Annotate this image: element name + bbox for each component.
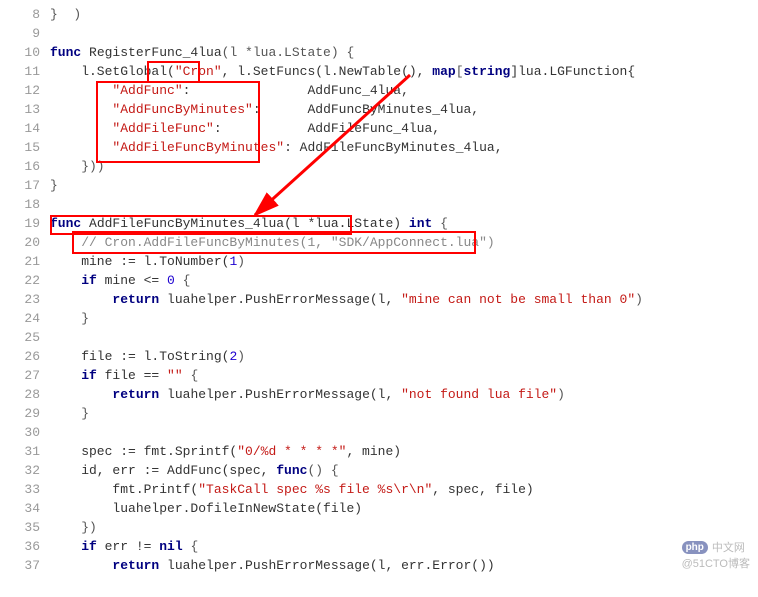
code-line: } bbox=[50, 176, 758, 195]
code-line bbox=[50, 24, 758, 43]
line-number: 21 bbox=[0, 252, 40, 271]
line-number: 34 bbox=[0, 499, 40, 518]
watermark-text-1: 中文网 bbox=[712, 539, 745, 555]
line-number: 29 bbox=[0, 404, 40, 423]
watermark: php 中文网 @51CTO博客 bbox=[682, 539, 750, 571]
line-number: 8 bbox=[0, 5, 40, 24]
php-logo: php bbox=[682, 541, 708, 554]
line-number: 26 bbox=[0, 347, 40, 366]
code-line: if file == "" { bbox=[50, 366, 758, 385]
line-number: 28 bbox=[0, 385, 40, 404]
code-line: return luahelper.PushErrorMessage(l, "mi… bbox=[50, 290, 758, 309]
line-number: 23 bbox=[0, 290, 40, 309]
code-line: } ) bbox=[50, 5, 758, 24]
line-number: 18 bbox=[0, 195, 40, 214]
line-number: 24 bbox=[0, 309, 40, 328]
line-number: 20 bbox=[0, 233, 40, 252]
line-number: 30 bbox=[0, 423, 40, 442]
code-line: mine := l.ToNumber(1) bbox=[50, 252, 758, 271]
line-number: 33 bbox=[0, 480, 40, 499]
line-number: 15 bbox=[0, 138, 40, 157]
line-number: 13 bbox=[0, 100, 40, 119]
code-line: luahelper.DofileInNewState(file) bbox=[50, 499, 758, 518]
line-number: 32 bbox=[0, 461, 40, 480]
code-line: return luahelper.PushErrorMessage(l, "no… bbox=[50, 385, 758, 404]
line-number: 31 bbox=[0, 442, 40, 461]
line-number: 22 bbox=[0, 271, 40, 290]
code-content: } ) func RegisterFunc_4lua(l *lua.LState)… bbox=[50, 5, 758, 575]
line-number: 19 bbox=[0, 214, 40, 233]
code-line: "AddFileFuncByMinutes": AddFileFuncByMin… bbox=[50, 138, 758, 157]
watermark-text-2: @51CTO博客 bbox=[682, 555, 750, 571]
code-line: id, err := AddFunc(spec, func() { bbox=[50, 461, 758, 480]
code-line: file := l.ToString(2) bbox=[50, 347, 758, 366]
line-number-gutter: 8910111213141516171819202122232425262728… bbox=[0, 5, 50, 575]
code-line: if err != nil { bbox=[50, 537, 758, 556]
code-line: l.SetGlobal("Cron", l.SetFuncs(l.NewTabl… bbox=[50, 62, 758, 81]
code-line bbox=[50, 328, 758, 347]
code-line bbox=[50, 195, 758, 214]
line-number: 25 bbox=[0, 328, 40, 347]
line-number: 11 bbox=[0, 62, 40, 81]
code-line: "AddFunc": AddFunc_4lua, bbox=[50, 81, 758, 100]
line-number: 16 bbox=[0, 157, 40, 176]
line-number: 9 bbox=[0, 24, 40, 43]
code-line: // Cron.AddFileFuncByMinutes(1, "SDK/App… bbox=[50, 233, 758, 252]
code-line: } bbox=[50, 309, 758, 328]
code-line: func AddFileFuncByMinutes_4lua(l *lua.LS… bbox=[50, 214, 758, 233]
line-number: 14 bbox=[0, 119, 40, 138]
code-line: if mine <= 0 { bbox=[50, 271, 758, 290]
line-number: 27 bbox=[0, 366, 40, 385]
line-number: 12 bbox=[0, 81, 40, 100]
code-line: return luahelper.PushErrorMessage(l, err… bbox=[50, 556, 758, 575]
line-number: 17 bbox=[0, 176, 40, 195]
code-line: }) bbox=[50, 518, 758, 537]
code-line: } bbox=[50, 404, 758, 423]
line-number: 35 bbox=[0, 518, 40, 537]
code-line bbox=[50, 423, 758, 442]
code-line: "AddFileFunc": AddFileFunc_4lua, bbox=[50, 119, 758, 138]
code-line: })) bbox=[50, 157, 758, 176]
line-number: 36 bbox=[0, 537, 40, 556]
code-line: func RegisterFunc_4lua(l *lua.LState) { bbox=[50, 43, 758, 62]
line-number: 10 bbox=[0, 43, 40, 62]
code-line: "AddFuncByMinutes": AddFuncByMinutes_4lu… bbox=[50, 100, 758, 119]
code-line: fmt.Printf("TaskCall spec %s file %s\r\n… bbox=[50, 480, 758, 499]
line-number: 37 bbox=[0, 556, 40, 575]
code-line: spec := fmt.Sprintf("0/%d * * * *", mine… bbox=[50, 442, 758, 461]
